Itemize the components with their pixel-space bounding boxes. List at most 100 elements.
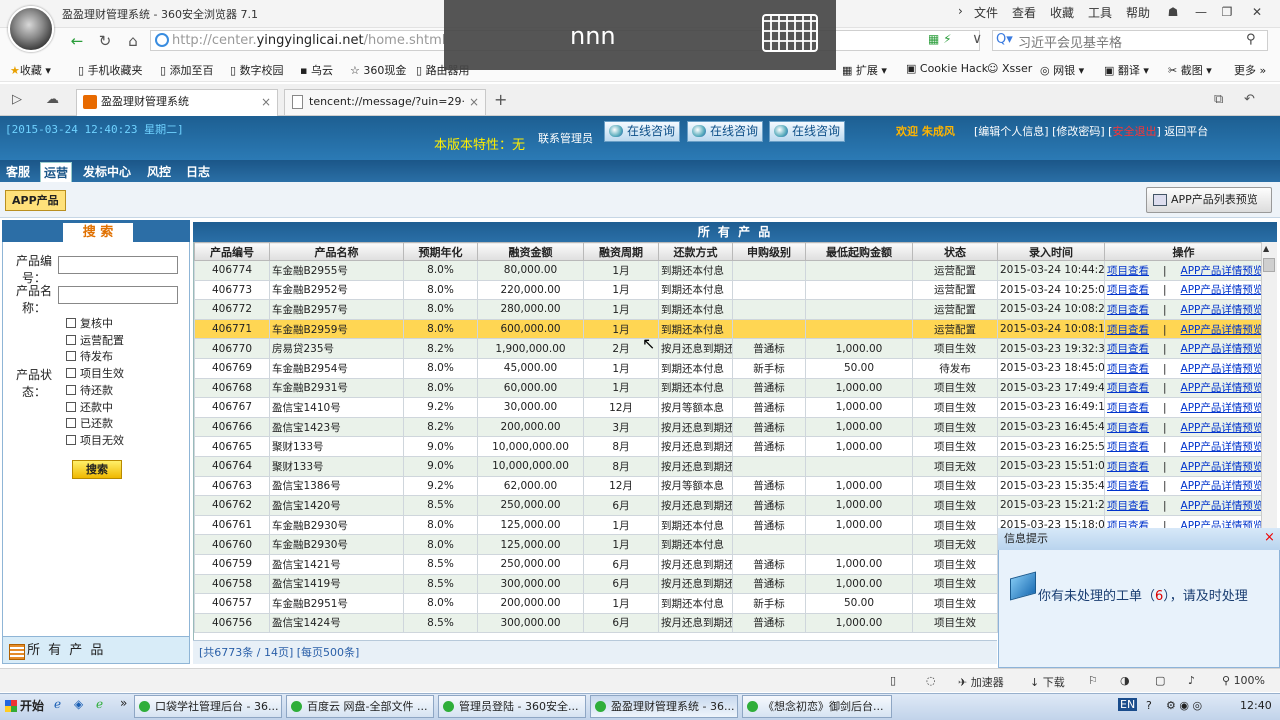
- table-row[interactable]: 406764聚财133号9.0%10,000,000.008月按月还息到期还本 项…: [194, 455, 1261, 477]
- refresh-icon[interactable]: ↻: [94, 30, 116, 52]
- status-checkbox-effective[interactable]: 项目生效: [66, 365, 124, 381]
- table-row[interactable]: 406773 车金融B2952号 8.0% 220,000.00 1月 到期还本付息 运营配…: [194, 279, 1261, 301]
- keyboard-icon[interactable]: [762, 14, 818, 52]
- quicklaunch-360-icon[interactable]: ℯ: [96, 697, 103, 711]
- user-avatar[interactable]: [8, 6, 54, 52]
- table-row[interactable]: 406762盈信宝1420号8.5%250,000.006月按月还息到期还本普通…: [194, 495, 1261, 516]
- tab-close-icon[interactable]: ×: [469, 90, 479, 114]
- back-icon[interactable]: ←: [66, 30, 88, 52]
- col-repay-method[interactable]: 还款方式: [658, 242, 733, 261]
- status-checkbox-repaid[interactable]: 已还款: [66, 415, 113, 431]
- download-button[interactable]: ↓ 下载: [1030, 674, 1065, 690]
- view-project-link[interactable]: 项目查看: [1107, 363, 1149, 375]
- quicklaunch-ie-icon[interactable]: ℯ: [54, 697, 61, 711]
- nav-operations[interactable]: 运营: [40, 162, 73, 183]
- view-project-link[interactable]: 项目查看: [1107, 284, 1149, 296]
- table-row[interactable]: 406766盈信宝1423号8.2%200,000.003月按月还息到期还本普通…: [194, 416, 1261, 438]
- sidebar-toggle-icon[interactable]: ▷: [12, 92, 22, 107]
- tab-yingying[interactable]: 盈盈理财管理系统 ×: [76, 89, 278, 116]
- table-row[interactable]: 406774 车金融B2955号 8.0% 80,000.00 1月 到期还本付息 运营配置…: [194, 260, 1261, 281]
- popup-message[interactable]: 你有未处理的工单（6），请及时处理: [1038, 585, 1248, 604]
- tab-tencent[interactable]: tencent://message/?uin=29· ×: [284, 89, 486, 115]
- maximize-icon[interactable]: ❐: [1214, 2, 1240, 22]
- grid-scroll-thumb[interactable]: [1263, 258, 1275, 272]
- app-detail-preview-link[interactable]: APP产品详情预览: [1181, 461, 1261, 473]
- col-min-purchase[interactable]: 最低起购金额: [805, 242, 913, 261]
- home-icon[interactable]: ⌂: [122, 30, 144, 52]
- view-project-link[interactable]: 项目查看: [1107, 343, 1149, 355]
- col-entry-time[interactable]: 录入时间: [997, 242, 1105, 261]
- status-checkbox-pending-repay[interactable]: 待还款: [66, 382, 113, 398]
- all-products-footer[interactable]: 所 有 产 品: [3, 636, 189, 663]
- status-tool-icon-1[interactable]: ⚐: [1088, 674, 1098, 687]
- tool-online-bank[interactable]: ◎ 网银 ▾: [1040, 62, 1084, 78]
- view-project-link[interactable]: 项目查看: [1107, 324, 1149, 336]
- phone-icon[interactable]: ▯: [890, 674, 896, 687]
- status-checkbox-invalid[interactable]: 项目无效: [66, 432, 124, 448]
- view-project-link[interactable]: 项目查看: [1107, 441, 1149, 453]
- app-detail-preview-link[interactable]: APP产品详情预览: [1181, 363, 1261, 375]
- cloud-icon[interactable]: ☁: [46, 92, 59, 107]
- app-detail-preview-link[interactable]: APP产品详情预览: [1181, 500, 1261, 512]
- menu-file[interactable]: 文件: [974, 4, 998, 21]
- popup-close-icon[interactable]: ×: [1264, 530, 1275, 545]
- window-close-icon[interactable]: ✕: [1244, 2, 1270, 22]
- menu-favorites[interactable]: 收藏: [1050, 4, 1074, 21]
- col-product-name[interactable]: 产品名称: [269, 242, 404, 261]
- tool-translate[interactable]: ▣ 翻译 ▾: [1104, 62, 1149, 78]
- col-amount[interactable]: 融资金额: [477, 242, 584, 261]
- menu-help[interactable]: 帮助: [1126, 4, 1150, 21]
- product-name-input[interactable]: [58, 286, 178, 304]
- task-yingying[interactable]: 盈盈理财管理系统 - 36...: [590, 695, 738, 718]
- status-tool-icon-2[interactable]: ◑: [1120, 674, 1130, 687]
- app-detail-preview-link[interactable]: APP产品详情预览: [1181, 324, 1261, 336]
- minimize-icon[interactable]: —: [1188, 2, 1214, 22]
- language-indicator[interactable]: EN: [1118, 698, 1138, 711]
- app-detail-preview-link[interactable]: APP产品详情预览: [1181, 402, 1261, 414]
- status-tool-icon-3[interactable]: ▢: [1155, 674, 1165, 687]
- menu-arrow-icon[interactable]: ›: [958, 4, 963, 18]
- col-product-code[interactable]: 产品编号: [194, 242, 270, 261]
- search-icon[interactable]: ⚲: [1246, 32, 1256, 47]
- app-detail-preview-link[interactable]: APP产品详情预览: [1181, 441, 1261, 453]
- accelerator-button[interactable]: ✈ 加速器: [958, 674, 1004, 690]
- bookmark-favorites[interactable]: ★收藏 ▾: [10, 62, 51, 78]
- col-status[interactable]: 状态: [912, 242, 998, 261]
- menu-tools[interactable]: 工具: [1088, 4, 1112, 21]
- app-detail-preview-link[interactable]: APP产品详情预览: [1181, 422, 1261, 434]
- tab-close-icon[interactable]: ×: [261, 90, 271, 114]
- table-row[interactable]: 406763 盈信宝1386号 9.2% 62,000.00 12月 按月等额本息 普通标 1…: [194, 475, 1261, 497]
- logout-link[interactable]: 安全退出: [1112, 125, 1156, 138]
- tool-extensions[interactable]: ▦ 扩展 ▾: [842, 62, 887, 78]
- col-annual-rate[interactable]: 预期年化: [403, 242, 478, 261]
- status-checkbox-repaying[interactable]: 还款中: [66, 399, 113, 415]
- view-project-link[interactable]: 项目查看: [1107, 480, 1149, 492]
- col-level[interactable]: 申购级别: [732, 242, 806, 261]
- security-icon[interactable]: ▦ ⚡: [928, 32, 952, 46]
- search-tab[interactable]: 搜 索: [63, 223, 133, 242]
- grid-pager[interactable]: [共6773条 / 14页] [每页500条]: [193, 640, 997, 664]
- nav-customer-service[interactable]: 客服: [3, 162, 33, 181]
- app-detail-preview-link[interactable]: APP产品详情预览: [1181, 480, 1261, 492]
- app-detail-preview-link[interactable]: APP产品详情预览: [1181, 343, 1261, 355]
- zoom-control[interactable]: ⚲ 100%: [1222, 674, 1265, 687]
- bookmark-wooyun[interactable]: ▪ 乌云: [300, 62, 333, 78]
- app-detail-preview-link[interactable]: APP产品详情预览: [1181, 382, 1261, 394]
- sound-icon[interactable]: ♪: [1188, 674, 1195, 687]
- table-row[interactable]: 406765聚财133号9.0%10,000,000.008月按月还息到期还本普…: [194, 436, 1261, 457]
- bookmark-mobile[interactable]: ▯ 手机收藏夹: [78, 62, 143, 78]
- table-row[interactable]: 406769 车金融B2954号 8.0% 45,000.00 1月 到期还本付息 新手标 5…: [194, 357, 1261, 379]
- table-row[interactable]: 406767 盈信宝1410号 9.2% 30,000.00 12月 按月等额本息 普通标 1…: [194, 397, 1261, 418]
- nav-bidding-center[interactable]: 发标中心: [80, 162, 134, 181]
- bookmark-add[interactable]: ▯ 添加至百: [160, 62, 214, 78]
- task-admin-login[interactable]: 管理员登陆 - 360安全...: [438, 695, 586, 718]
- user-links[interactable]: [编辑个人信息] [修改密码] [安全退出] 返回平台: [974, 123, 1208, 139]
- bookmark-360cash[interactable]: ☆ 360现金: [350, 62, 406, 78]
- bookmark-campus[interactable]: ▯ 数字校园: [230, 62, 284, 78]
- app-list-preview-button[interactable]: APP产品列表预览: [1146, 187, 1272, 213]
- quicklaunch-desktop-icon[interactable]: ◈: [74, 697, 83, 711]
- view-project-link[interactable]: 项目查看: [1107, 461, 1149, 473]
- search-engine-icon[interactable]: Q▾: [996, 32, 1013, 47]
- product-code-input[interactable]: [58, 256, 178, 274]
- nav-risk-control[interactable]: 风控: [144, 162, 174, 181]
